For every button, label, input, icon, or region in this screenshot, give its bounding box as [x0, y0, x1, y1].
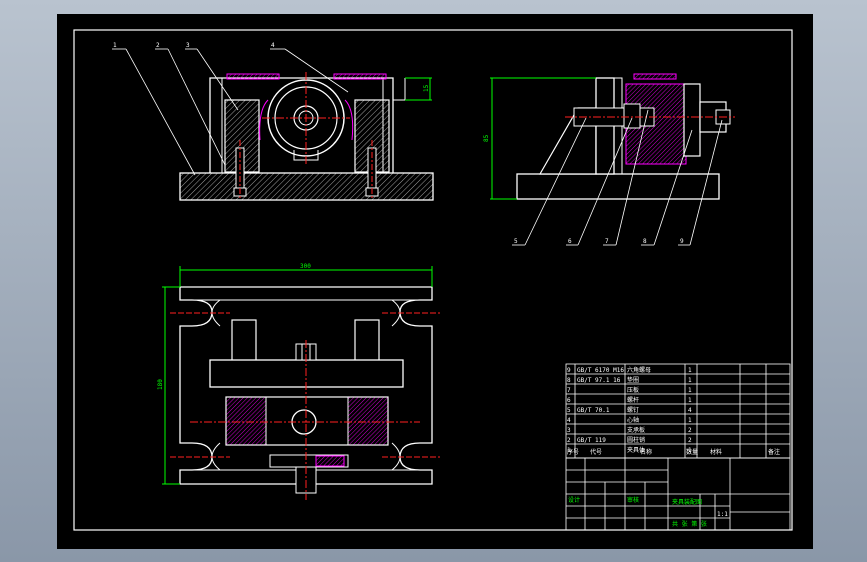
- balloon-8: 8: [643, 238, 647, 245]
- balloon-1: 1: [113, 42, 117, 49]
- bom-cell-qty: 1: [688, 377, 692, 384]
- title-scale: 1:1: [717, 511, 728, 518]
- bom-cell-name: 心轴: [627, 416, 639, 424]
- bom-header-cell: 备注: [768, 448, 780, 456]
- bom-cell-no: 6: [567, 397, 571, 404]
- bom-cell-name: 螺杆: [627, 396, 639, 404]
- bom-cell-no: 2: [567, 437, 571, 444]
- balloon-3: 3: [186, 42, 190, 49]
- bom-cell-name: 六角螺母: [627, 366, 651, 374]
- bom-cell-code: GB/T 97.1 16: [577, 377, 621, 384]
- bom-cell-no: 4: [567, 417, 571, 424]
- title-drawing-name: 夹具装配图: [672, 498, 702, 506]
- bom-cell-qty: 2: [688, 437, 692, 444]
- bom-cell-name: 垫圈: [627, 376, 639, 384]
- side-washer: [683, 83, 701, 157]
- dim-top-width: 300: [300, 263, 311, 270]
- front-view: 15: [179, 72, 434, 201]
- bom-header-cell: 材料: [710, 448, 722, 456]
- bom-cell-no: 9: [567, 367, 571, 374]
- drawing-canvas[interactable]: 15 1 2 3 4 85 5 6 7 8 9 300 180 9 GB/T 6…: [57, 14, 813, 549]
- title-checker: 审核: [627, 496, 639, 504]
- top-view: 300 180: [157, 263, 440, 500]
- balloon-6: 6: [568, 238, 572, 245]
- dim-left-height: 180: [157, 379, 164, 390]
- left-pad: [226, 73, 280, 80]
- side-view: 85: [483, 73, 735, 200]
- bom-cell-qty: 1: [688, 387, 692, 394]
- base-plate: [179, 172, 434, 201]
- dim-side-height: 85: [483, 134, 490, 142]
- side-base: [516, 173, 720, 200]
- balloon-4: 4: [271, 42, 275, 49]
- bom-cell-name: 圆柱销: [627, 436, 645, 444]
- bom-cell-qty: 4: [688, 407, 692, 414]
- balloon-7: 7: [605, 238, 609, 245]
- bom-cell-no: 5: [567, 407, 571, 414]
- bom-text: 9 GB/T 6170 M16 六角螺母 1 8 GB/T 97.1 16 垫圈 1 7 压板 1 6…: [567, 366, 780, 456]
- bom-cell-no: 7: [567, 387, 571, 394]
- bom-cell-qty: 1: [688, 367, 692, 374]
- balloon-5: 5: [514, 238, 518, 245]
- dim-top-right: 15: [423, 84, 430, 92]
- balloon-9: 9: [680, 238, 684, 245]
- bom-cell-qty: 2: [688, 427, 692, 434]
- title-sheet: 共 张 第 张: [672, 520, 707, 528]
- balloon-2: 2: [156, 42, 160, 49]
- right-pad: [333, 73, 387, 80]
- bom-cell-code: GB/T 119: [577, 437, 606, 444]
- title-designer: 设计: [568, 496, 580, 504]
- bom-cell-name: 压板: [627, 386, 639, 394]
- bom-header-cell: 序号: [567, 448, 579, 456]
- bom-cell-name: 支承板: [627, 426, 645, 434]
- bom-cell-code: GB/T 70.1: [577, 407, 610, 414]
- title-block: [565, 457, 791, 531]
- bom-cell-qty: 1: [688, 397, 692, 404]
- cad-drawing: 15 1 2 3 4 85 5 6 7 8 9 300 180 9 GB/T 6…: [73, 29, 793, 531]
- bom-cell-no: 8: [567, 377, 571, 384]
- bom-header-cell: 数量: [686, 448, 698, 456]
- bom-cell-code: GB/T 6170 M16: [577, 367, 624, 374]
- bom-header-cell: 名称: [640, 448, 652, 456]
- bom-cell-qty: 1: [688, 417, 692, 424]
- bom-cell-name: 螺钉: [627, 406, 639, 414]
- bom-header-cell: 代号: [590, 448, 602, 456]
- bom-cell-no: 3: [567, 427, 571, 434]
